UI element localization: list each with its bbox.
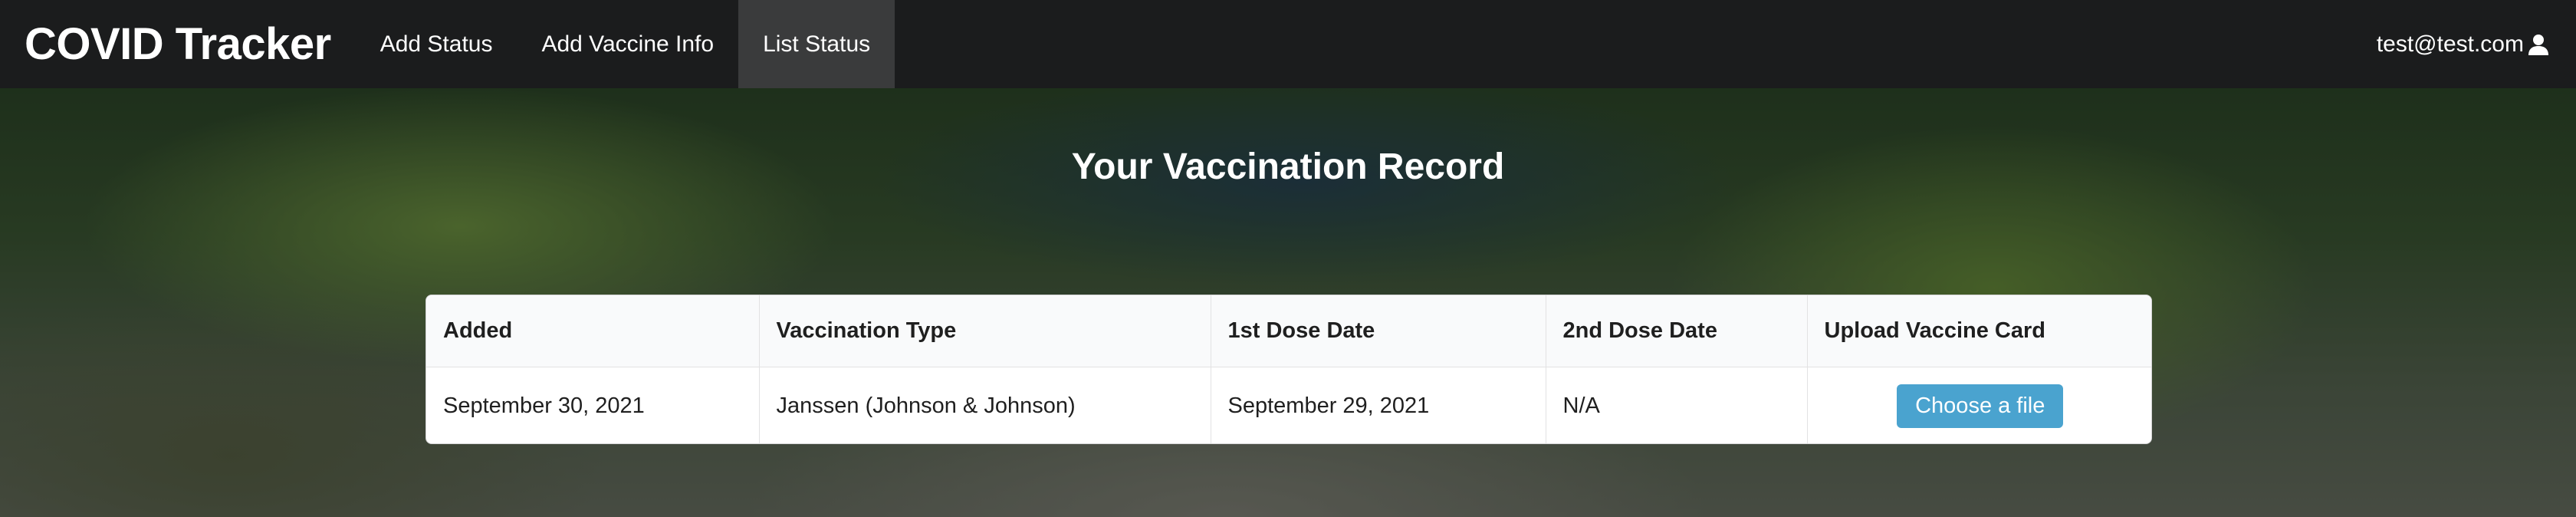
nav-add-status[interactable]: Add Status: [356, 0, 518, 88]
choose-file-button[interactable]: Choose a file: [1897, 384, 2064, 428]
table-row: September 30, 2021 Janssen (Johnson & Jo…: [426, 367, 2151, 443]
cell-vaccination-type: Janssen (Johnson & Johnson): [759, 367, 1211, 443]
cell-added: September 30, 2021: [426, 367, 760, 443]
column-header-second-dose-date: 2nd Dose Date: [1546, 295, 1808, 367]
page-title: Your Vaccination Record: [1071, 147, 1505, 187]
app-brand[interactable]: COVID Tracker: [0, 0, 356, 88]
vaccination-table: Added Vaccination Type 1st Dose Date 2nd…: [426, 295, 2151, 443]
user-email: test@test.com: [2376, 31, 2524, 57]
hero-background: Your Vaccination Record Added Vaccinatio…: [0, 88, 2576, 517]
user-icon: [2527, 33, 2550, 56]
user-menu[interactable]: test@test.com: [2377, 0, 2576, 88]
top-navbar: COVID Tracker Add Status Add Vaccine Inf…: [0, 0, 2576, 88]
cell-upload: Choose a file: [1807, 367, 2151, 443]
table-header-row: Added Vaccination Type 1st Dose Date 2nd…: [426, 295, 2151, 367]
column-header-added: Added: [426, 295, 760, 367]
cell-first-dose-date: September 29, 2021: [1211, 367, 1546, 443]
vaccination-table-card: Added Vaccination Type 1st Dose Date 2nd…: [426, 295, 2152, 444]
nav-add-vaccine-info[interactable]: Add Vaccine Info: [517, 0, 738, 88]
cell-second-dose-date: N/A: [1546, 367, 1808, 443]
column-header-upload-vaccine-card: Upload Vaccine Card: [1807, 295, 2151, 367]
column-header-first-dose-date: 1st Dose Date: [1211, 295, 1546, 367]
column-header-vaccination-type: Vaccination Type: [759, 295, 1211, 367]
nav-list-status[interactable]: List Status: [738, 0, 895, 88]
